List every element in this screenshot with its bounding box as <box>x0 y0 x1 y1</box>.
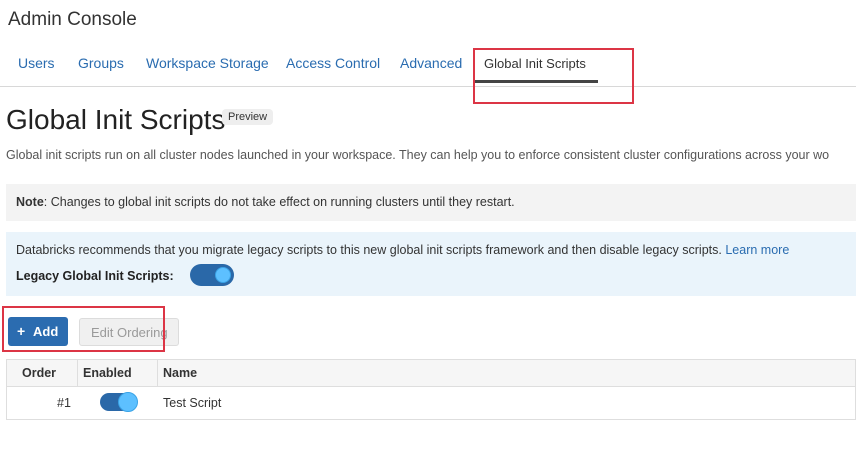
table-row[interactable]: #1 Test Script <box>7 387 855 420</box>
tab-advanced[interactable]: Advanced <box>400 55 462 71</box>
row-name[interactable]: Test Script <box>163 396 221 410</box>
column-divider <box>77 360 78 386</box>
scripts-table: Order Enabled Name #1 Test Script <box>6 359 856 420</box>
column-divider <box>157 360 158 386</box>
toggle-knob <box>118 392 138 412</box>
page-description: Global init scripts run on all cluster n… <box>6 148 830 162</box>
tab-groups[interactable]: Groups <box>78 55 124 71</box>
note-body: : Changes to global init scripts do not … <box>43 195 515 209</box>
info-banner: Databricks recommends that you migrate l… <box>6 232 856 296</box>
table-header: Order Enabled Name <box>7 360 855 387</box>
info-body: Databricks recommends that you migrate l… <box>16 243 722 257</box>
header-enabled[interactable]: Enabled <box>83 366 132 380</box>
header-order[interactable]: Order <box>22 366 56 380</box>
tab-users[interactable]: Users <box>18 55 55 71</box>
highlight-box-add <box>2 306 165 352</box>
note-label: Note <box>16 195 44 209</box>
learn-more-link[interactable]: Learn more <box>725 243 789 257</box>
highlight-box-tab <box>473 48 634 104</box>
app-title: Admin Console <box>8 9 137 30</box>
note-banner: Note: Changes to global init scripts do … <box>6 184 856 221</box>
legacy-scripts-label: Legacy Global Init Scripts: <box>16 269 174 283</box>
header-name[interactable]: Name <box>163 366 197 380</box>
row-enabled-toggle[interactable] <box>100 392 138 412</box>
row-order: #1 <box>57 396 71 410</box>
note-text: Note: Changes to global init scripts do … <box>16 195 515 209</box>
admin-tabs: Users Groups Workspace Storage Access Co… <box>0 44 856 87</box>
tab-workspace-storage[interactable]: Workspace Storage <box>146 55 269 71</box>
page-title: Global Init Scripts <box>6 104 226 135</box>
preview-badge: Preview <box>222 109 274 125</box>
info-text: Databricks recommends that you migrate l… <box>16 243 789 257</box>
toggle-knob <box>215 267 231 283</box>
legacy-scripts-toggle[interactable] <box>190 264 234 286</box>
tab-access-control[interactable]: Access Control <box>286 55 380 71</box>
